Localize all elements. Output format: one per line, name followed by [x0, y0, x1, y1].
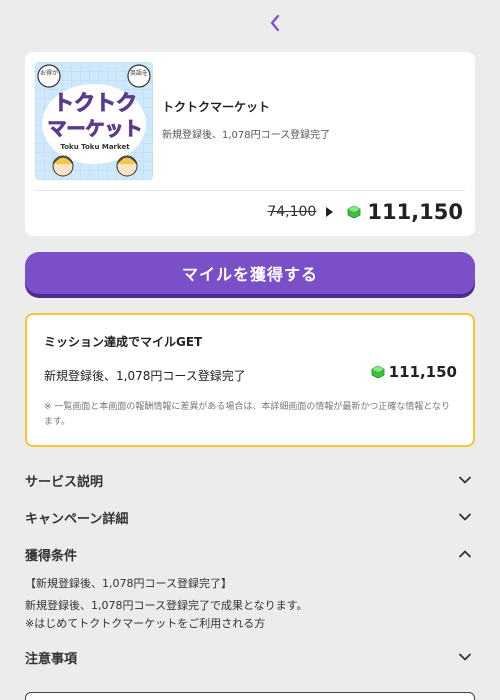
accordion-campaign[interactable]: キャンペーン詳細	[25, 506, 475, 528]
mission-note: ※ 一覧画面と本画面の報酬情報に差異がある場合は、本詳細画面の情報が最新かつ正確…	[44, 402, 451, 427]
mission-points: 111,150	[371, 363, 457, 381]
chevron-up-icon	[459, 550, 471, 558]
old-price: 74,100	[267, 204, 317, 220]
logo-line1: トクトク	[53, 91, 137, 115]
accordion-conditions[interactable]: 獲得条件	[25, 543, 475, 565]
chevron-down-icon	[459, 476, 471, 484]
mission-points-value: 111,150	[388, 363, 457, 381]
accordion-cautions[interactable]: 注意事項	[25, 646, 475, 668]
get-miles-button[interactable]: マイルを獲得する	[25, 252, 475, 294]
back-button[interactable]	[264, 12, 286, 34]
accordion-label: 獲得条件	[25, 548, 78, 564]
conditions-line-1: 【新規登録後、1,078円コース登録完了】	[25, 577, 232, 590]
conditions-line-2: 新規登録後、1,078円コース登録完了で成果となります。	[25, 599, 308, 612]
chevron-down-icon	[459, 513, 471, 521]
accordion-label: サービス説明	[25, 474, 104, 490]
chevron-down-icon	[459, 653, 471, 661]
bottom-panel	[25, 692, 475, 700]
accordion-service[interactable]: サービス説明	[25, 469, 475, 491]
badge-right: 英語を	[130, 69, 148, 77]
offer-card[interactable]: お得が 英語を トクトク マーケット Toku Toku Market トクトク…	[25, 52, 475, 236]
badge-left: お得が	[40, 69, 58, 77]
mission-title: ミッション達成でマイルGET	[44, 335, 203, 349]
accordion-label: キャンペーン詳細	[25, 511, 129, 527]
arrow-right-icon	[326, 207, 334, 217]
divider	[35, 190, 465, 191]
offer-subtitle: 新規登録後、1,078円コース登録完了	[162, 130, 331, 141]
logo-en: Toku Toku Market	[60, 143, 130, 151]
conditions-line-3: ※はじめてトクトクマーケットをご利用される方	[25, 617, 266, 630]
accordion-label: 注意事項	[25, 651, 78, 667]
offer-title: トクトクマーケット	[162, 100, 271, 114]
chevron-left-icon	[270, 14, 280, 32]
price-row: 74,100 111,150	[267, 198, 463, 226]
new-price: 111,150	[367, 200, 463, 224]
offer-thumbnail: お得が 英語を トクトク マーケット Toku Toku Market	[35, 62, 153, 180]
gem-icon	[371, 365, 385, 379]
logo-line2: マーケット	[47, 118, 142, 140]
gem-icon	[347, 205, 361, 219]
tokutoku-market-logo: お得が 英語を トクトク マーケット Toku Toku Market	[35, 62, 153, 180]
mission-condition: 新規登録後、1,078円コース登録完了	[44, 369, 246, 383]
mission-box: ミッション達成でマイルGET 新規登録後、1,078円コース登録完了 111,1…	[25, 313, 475, 447]
